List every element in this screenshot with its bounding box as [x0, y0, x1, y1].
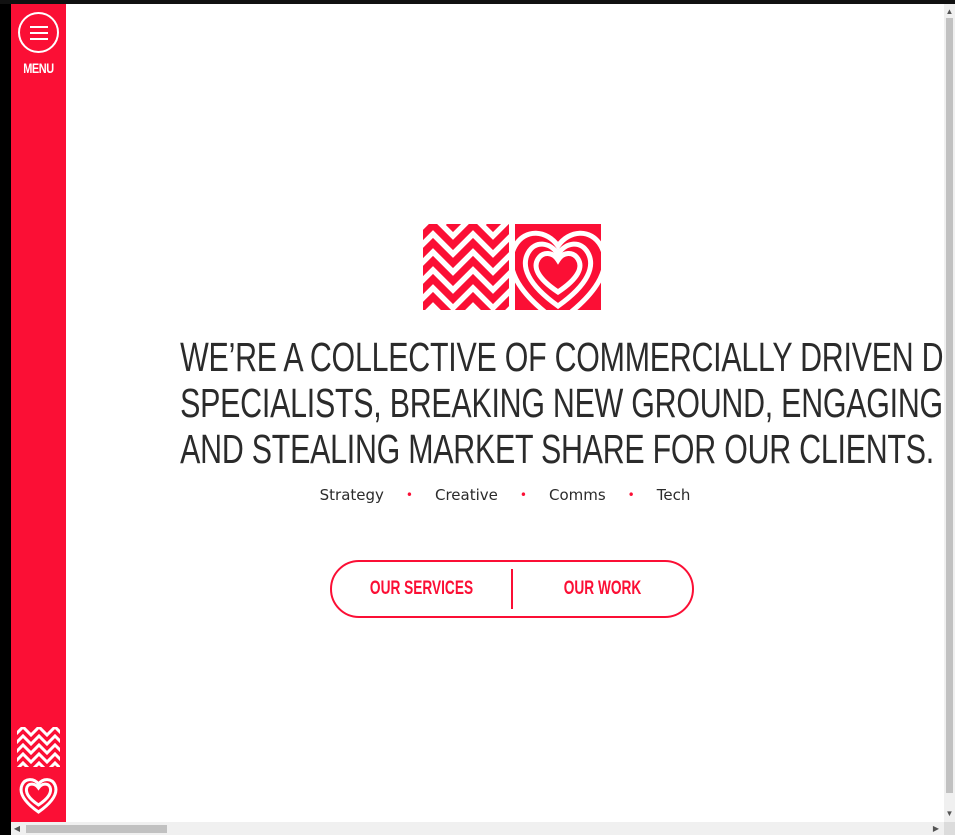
- hero-logo: [423, 224, 601, 310]
- tag-separator: •: [627, 488, 635, 502]
- horizontal-scrollbar[interactable]: ◀ ▶: [11, 822, 944, 835]
- sidebar: MENU: [11, 4, 66, 822]
- headline-line: AND STEALING MARKET SHARE FOR OUR CLIENT…: [180, 426, 934, 472]
- cta-group: OUR SERVICES OUR WORK: [330, 560, 694, 618]
- heart-logo-icon: [515, 224, 601, 310]
- tag-separator: •: [519, 488, 527, 502]
- menu-button[interactable]: [18, 12, 59, 53]
- vertical-scrollbar[interactable]: ▲ ▼: [944, 4, 955, 822]
- hero-headline: WE’RE A COLLECTIVE OF COMMERCIALLY DRIVE…: [180, 334, 944, 472]
- headline-line: SPECIALISTS, BREAKING NEW GROUND, ENGAGI…: [180, 380, 944, 426]
- heart-logo-icon[interactable]: [17, 774, 60, 816]
- zigzag-logo-icon: [423, 224, 509, 310]
- tag-comms: Comms: [548, 486, 606, 504]
- hamburger-icon: [29, 37, 48, 40]
- our-work-button[interactable]: OUR WORK: [538, 578, 667, 600]
- service-tags: Strategy • Creative • Comms • Tech: [66, 486, 944, 504]
- zigzag-logo-icon[interactable]: [17, 727, 60, 767]
- cta-divider: [511, 569, 513, 609]
- hamburger-icon: [29, 31, 48, 34]
- scroll-right-icon[interactable]: ▶: [930, 822, 942, 835]
- scroll-up-icon[interactable]: ▲: [944, 6, 955, 17]
- page: MENU WE’RE A COLLECTIVE OF COMMERCIALLY …: [11, 4, 944, 822]
- scroll-down-icon[interactable]: ▼: [944, 808, 955, 819]
- tag-tech: Tech: [656, 486, 691, 504]
- scroll-left-icon[interactable]: ◀: [11, 822, 23, 835]
- menu-label[interactable]: MENU: [17, 60, 60, 76]
- tag-strategy: Strategy: [319, 486, 384, 504]
- scrollbar-corner: [944, 822, 955, 835]
- hamburger-icon: [29, 25, 48, 28]
- horizontal-scroll-thumb[interactable]: [26, 825, 167, 833]
- tag-creative: Creative: [435, 486, 498, 504]
- our-services-button[interactable]: OUR SERVICES: [357, 578, 486, 600]
- vertical-scroll-thumb[interactable]: [946, 18, 953, 793]
- tag-separator: •: [405, 488, 413, 502]
- headline-line: WE’RE A COLLECTIVE OF COMMERCIALLY DRIVE…: [180, 334, 944, 380]
